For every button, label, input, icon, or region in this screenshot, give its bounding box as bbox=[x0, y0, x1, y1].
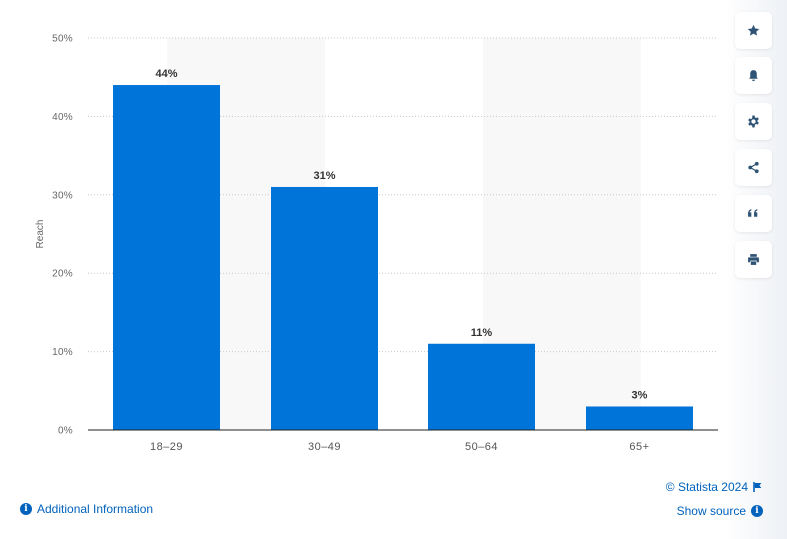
y-tick-label: 10% bbox=[52, 347, 73, 358]
bell-icon bbox=[749, 70, 758, 81]
y-tick-label: 30% bbox=[52, 190, 73, 201]
y-axis-title: Reach bbox=[35, 220, 46, 249]
star-icon bbox=[747, 24, 760, 36]
bar-30-49[interactable] bbox=[271, 186, 378, 430]
flag-icon bbox=[753, 482, 762, 492]
settings-button[interactable] bbox=[735, 103, 772, 140]
show-source-link[interactable]: Show source i bbox=[677, 504, 763, 518]
notification-button[interactable] bbox=[735, 57, 772, 94]
quote-icon bbox=[748, 209, 758, 217]
bar-50-64[interactable] bbox=[428, 343, 535, 430]
y-axis-ticks: 0% 10% 20% 30% 40% 50% bbox=[52, 34, 73, 437]
share-button[interactable] bbox=[735, 149, 772, 186]
share-icon bbox=[748, 161, 759, 174]
show-source-label: Show source bbox=[676, 504, 746, 518]
bar-chart: 0% 10% 20% 30% 40% 50% 44% 31% 11% 3% 18–29 30–49… bbox=[35, 34, 718, 453]
info-icon: i bbox=[20, 503, 32, 515]
copyright-label: © Statista 2024 bbox=[665, 480, 748, 494]
gear-icon bbox=[748, 115, 759, 128]
additional-information-label: Additional Information bbox=[37, 502, 154, 516]
print-icon bbox=[748, 254, 759, 265]
x-tick-label: 30–49 bbox=[308, 441, 341, 453]
background-bands bbox=[167, 38, 641, 430]
data-label: 11% bbox=[471, 327, 493, 339]
bar-65+[interactable] bbox=[586, 406, 693, 430]
y-tick-label: 0% bbox=[58, 426, 73, 437]
statista-copyright-link[interactable]: © Statista 2024 bbox=[666, 480, 762, 494]
x-tick-label: 18–29 bbox=[150, 441, 183, 453]
print-button[interactable] bbox=[735, 241, 772, 278]
additional-information-link[interactable]: i Additional Information bbox=[20, 502, 153, 516]
favorite-button[interactable] bbox=[735, 12, 772, 49]
y-tick-label: 40% bbox=[52, 112, 73, 123]
info-icon: i bbox=[751, 505, 763, 517]
cite-button[interactable] bbox=[735, 195, 772, 232]
x-tick-label: 50–64 bbox=[465, 441, 498, 453]
bar-18-29[interactable] bbox=[113, 85, 220, 430]
data-label: 31% bbox=[313, 170, 335, 182]
y-tick-label: 20% bbox=[52, 269, 73, 280]
x-axis-labels: 18–29 30–49 50–64 65+ bbox=[150, 441, 649, 453]
y-tick-label: 50% bbox=[52, 34, 73, 45]
data-label: 44% bbox=[155, 68, 177, 80]
data-label: 3% bbox=[632, 389, 648, 401]
x-tick-label: 65+ bbox=[629, 441, 649, 453]
